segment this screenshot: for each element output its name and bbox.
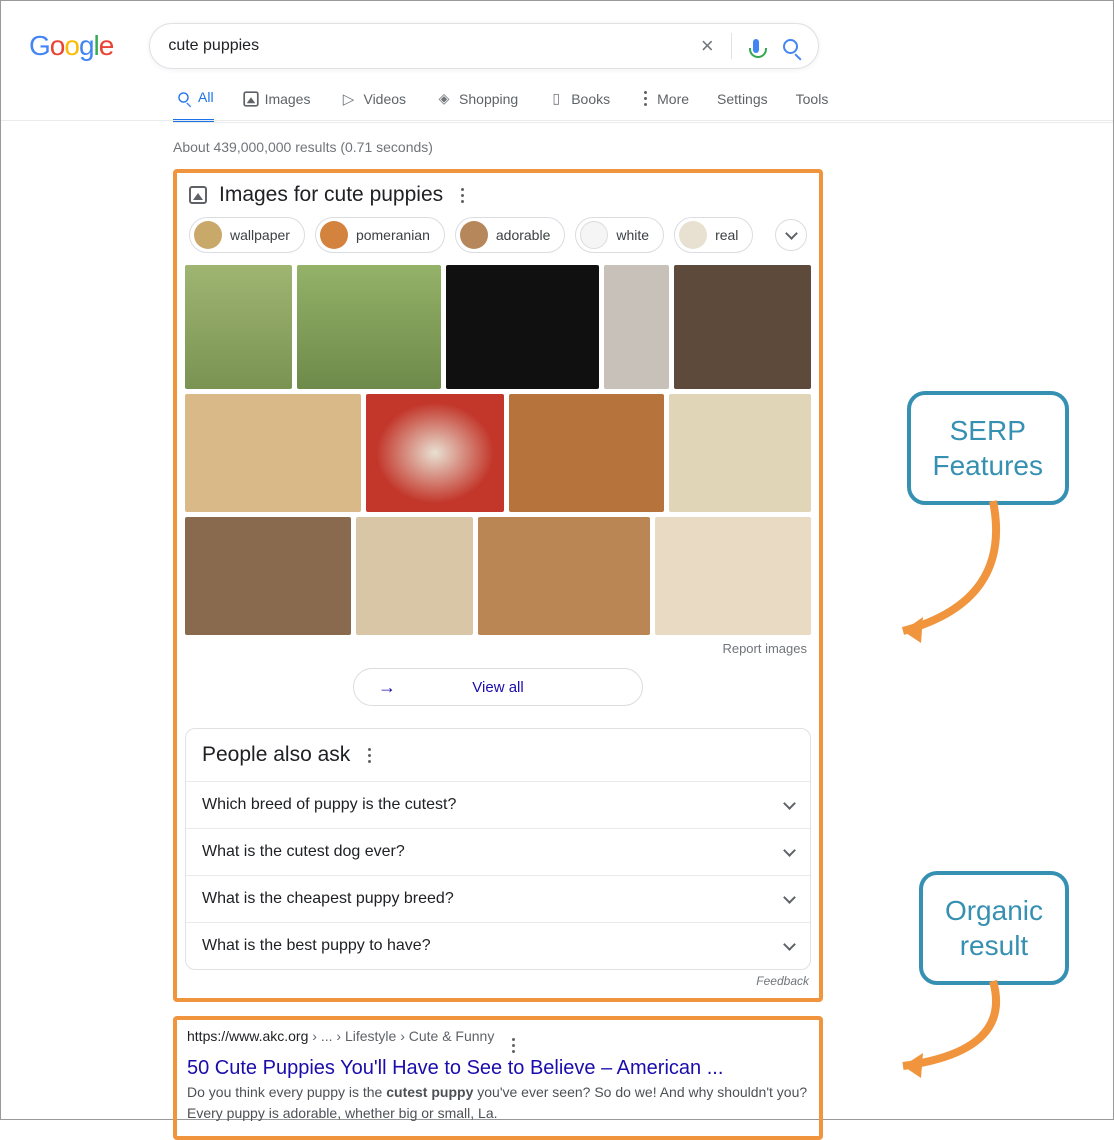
result-url[interactable]: https://www.akc.org › ... › Lifestyle › … (187, 1028, 809, 1053)
chip-white[interactable]: white (575, 217, 664, 253)
tab-all[interactable]: All (173, 87, 214, 122)
chip-real[interactable]: real (674, 217, 753, 253)
clear-icon[interactable]: × (697, 36, 717, 56)
paa-question[interactable]: Which breed of puppy is the cutest? (186, 781, 810, 828)
image-thumbnail[interactable] (185, 265, 292, 389)
report-images-link[interactable]: Report images (185, 641, 807, 656)
images-heading[interactable]: Images for cute puppies (219, 183, 443, 207)
kebab-icon[interactable] (506, 1038, 520, 1053)
chevron-down-icon (783, 891, 796, 904)
chip-pomeranian[interactable]: pomeranian (315, 217, 445, 253)
callout-arrow (873, 491, 1073, 661)
chip-adorable[interactable]: adorable (455, 217, 566, 253)
image-thumbnail[interactable] (366, 394, 504, 512)
image-thumbnail[interactable] (655, 517, 811, 635)
people-also-ask: People also ask Which breed of puppy is … (185, 728, 811, 970)
tab-images[interactable]: Images (242, 90, 311, 120)
chevron-down-icon (783, 797, 796, 810)
image-thumbnail[interactable] (674, 265, 812, 389)
arrow-right-icon: → (378, 677, 396, 698)
search-small-icon (173, 87, 193, 107)
search-icon[interactable] (780, 36, 800, 56)
more-icon (638, 91, 652, 106)
search-bar: × (149, 23, 819, 69)
image-thumbnail[interactable] (604, 265, 669, 389)
kebab-icon[interactable] (455, 188, 469, 203)
result-snippet: Do you think every puppy is the cutest p… (187, 1082, 809, 1124)
callout-arrow (873, 971, 1073, 1091)
image-thumbnail[interactable] (185, 394, 361, 512)
image-thumbnail[interactable] (669, 394, 811, 512)
paa-question[interactable]: What is the cutest dog ever? (186, 828, 810, 875)
paa-question[interactable]: What is the cheapest puppy breed? (186, 875, 810, 922)
google-logo[interactable]: Google (29, 30, 113, 62)
result-stats: About 439,000,000 results (0.71 seconds) (173, 139, 1113, 155)
book-icon: ▯ (546, 89, 566, 109)
chevron-down-icon (783, 938, 796, 951)
divider (731, 33, 732, 59)
tab-videos[interactable]: ▷Videos (338, 89, 406, 121)
search-tabs: All Images ▷Videos ◈Shopping ▯Books More… (173, 87, 1113, 123)
paa-heading: People also ask (202, 743, 350, 767)
organic-result-box: https://www.akc.org › ... › Lifestyle › … (173, 1016, 823, 1140)
paa-question[interactable]: What is the best puppy to have? (186, 922, 810, 969)
result-title[interactable]: 50 Cute Puppies You'll Have to See to Be… (187, 1057, 809, 1080)
image-thumbnail[interactable] (297, 265, 441, 389)
image-thumbnail[interactable] (446, 265, 598, 389)
mic-icon[interactable] (746, 36, 766, 56)
image-thumbnail[interactable] (185, 517, 351, 635)
image-thumbnail[interactable] (509, 394, 664, 512)
callout-serp-features: SERPFeatures (907, 391, 1070, 505)
chip-wallpaper[interactable]: wallpaper (189, 217, 305, 253)
chevron-down-icon (785, 227, 798, 240)
serp-features-box: Images for cute puppies wallpaper pomera… (173, 169, 823, 1002)
video-icon: ▷ (338, 89, 358, 109)
tab-books[interactable]: ▯Books (546, 89, 610, 121)
chevron-down-icon (783, 844, 796, 857)
view-all-button[interactable]: → View all (353, 668, 643, 706)
tools-link[interactable]: Tools (796, 91, 829, 119)
image-icon (189, 186, 207, 204)
settings-link[interactable]: Settings (717, 91, 768, 119)
callout-organic-result: Organicresult (919, 871, 1069, 985)
image-icon (243, 91, 258, 106)
tab-more[interactable]: More (638, 91, 689, 119)
tag-icon: ◈ (434, 89, 454, 109)
feedback-link[interactable]: Feedback (185, 974, 809, 988)
image-thumbnail[interactable] (478, 517, 650, 635)
image-thumbnail[interactable] (356, 517, 473, 635)
more-chips-button[interactable] (775, 219, 807, 251)
kebab-icon[interactable] (362, 748, 376, 763)
tab-shopping[interactable]: ◈Shopping (434, 89, 518, 121)
search-input[interactable] (168, 37, 697, 55)
